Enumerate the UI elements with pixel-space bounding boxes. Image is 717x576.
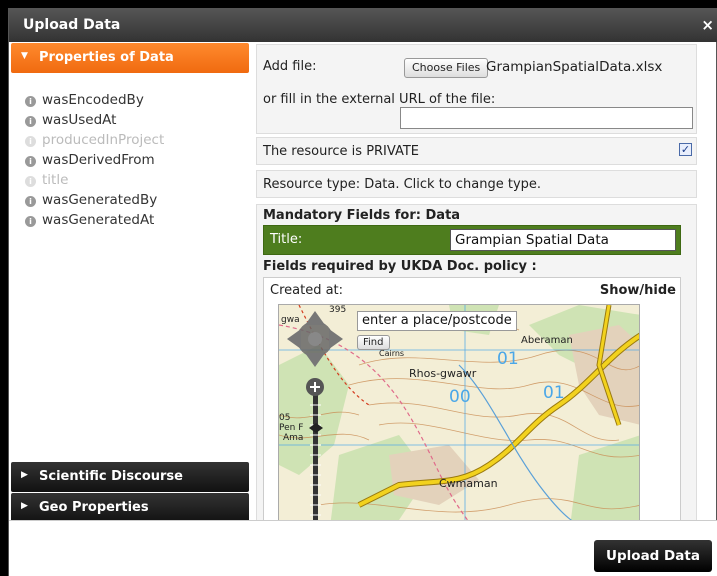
property-list: i wasEncodedBy i wasUsedAt i producedInProj… xyxy=(25,90,164,230)
resource-type-label: Resource type: Data. Click to change typ… xyxy=(263,177,542,192)
map-label: 395 xyxy=(329,305,347,315)
private-checkbox[interactable]: ✓ xyxy=(679,143,692,156)
map-label: Aberaman xyxy=(521,335,573,346)
property-item-title: i title xyxy=(25,170,164,190)
zoom-slider-handle[interactable] xyxy=(309,423,323,433)
scientific-discourse-header[interactable]: ▶ Scientific Discourse xyxy=(11,462,249,492)
info-icon: i xyxy=(25,216,36,227)
selected-file-name: GrampianSpatialData.xlsx xyxy=(486,59,663,75)
property-item-producedinproject: i producedInProject xyxy=(25,130,164,150)
map-widget[interactable]: enter a place/postcode Find 395 gwa Cair… xyxy=(278,304,640,520)
mandatory-fields-header: Mandatory Fields for: Data xyxy=(263,208,461,223)
property-item-wasderivedfrom[interactable]: i wasDerivedFrom xyxy=(25,150,164,170)
zoom-in-icon[interactable] xyxy=(305,377,325,397)
properties-sidebar: ▼ Properties of Data i wasEncodedBy i wasU… xyxy=(11,42,249,523)
resource-type-selector[interactable]: Resource type: Data. Click to change typ… xyxy=(256,170,697,198)
chevron-down-icon: ▼ xyxy=(21,51,28,61)
info-icon: i xyxy=(25,176,36,187)
close-icon[interactable]: × xyxy=(701,16,714,34)
mandatory-fields-section: Mandatory Fields for: Data Title: Grampi… xyxy=(256,204,697,520)
ukda-required-header: Fields required by UKDA Doc. policy : xyxy=(263,259,537,274)
place-search-input[interactable]: enter a place/postcode xyxy=(357,311,517,331)
title-field-label: Title: xyxy=(270,232,303,247)
map-label: Cairns xyxy=(379,349,405,358)
geo-properties-header[interactable]: ▶ Geo Properties xyxy=(11,493,249,523)
choose-files-button[interactable]: Choose Files xyxy=(404,58,489,78)
map-label: Pen F xyxy=(279,423,304,433)
upload-data-button[interactable]: Upload Data xyxy=(594,540,712,572)
info-icon: i xyxy=(25,96,36,107)
dialog-title: Upload Data xyxy=(23,17,121,33)
upload-dialog: Upload Data × ▼ Properties of Data i wasE… xyxy=(8,8,717,576)
private-label: The resource is PRIVATE xyxy=(263,144,419,159)
map-label: Rhos-gwawr xyxy=(409,367,477,380)
file-section: Add file: Choose Files GrampianSpatialDa… xyxy=(256,44,697,134)
property-item-wasgeneratedby[interactable]: i wasGeneratedBy xyxy=(25,190,164,210)
grid-label: 00 xyxy=(449,387,471,407)
info-icon: i xyxy=(25,196,36,207)
map-label: Ama xyxy=(283,433,304,443)
external-url-input[interactable] xyxy=(400,107,693,129)
property-item-wasusedat[interactable]: i wasUsedAt xyxy=(25,110,164,130)
grid-label: 01 xyxy=(497,349,519,369)
chevron-right-icon: ▶ xyxy=(21,470,28,480)
privacy-section: The resource is PRIVATE ✓ xyxy=(256,137,697,165)
property-item-wasgeneratedat[interactable]: i wasGeneratedAt xyxy=(25,210,164,230)
geo-properties-label: Geo Properties xyxy=(39,500,149,515)
dialog-titlebar: Upload Data × xyxy=(9,9,717,42)
properties-of-data-label: Properties of Data xyxy=(39,50,174,65)
info-icon: i xyxy=(25,156,36,167)
info-icon: i xyxy=(25,116,36,127)
find-button[interactable]: Find xyxy=(357,335,390,350)
add-file-label: Add file: xyxy=(263,59,317,74)
show-hide-toggle[interactable]: Show/hide xyxy=(600,283,676,298)
grid-label: 01 xyxy=(543,383,565,403)
title-field-row: Title: Grampian Spatial Data xyxy=(263,225,681,255)
scientific-discourse-label: Scientific Discourse xyxy=(39,469,183,484)
dialog-footer: Upload Data xyxy=(9,520,717,576)
properties-of-data-header[interactable]: ▼ Properties of Data xyxy=(11,43,249,73)
external-url-label: or fill in the external URL of the file: xyxy=(263,92,496,107)
info-icon: i xyxy=(25,136,36,147)
created-at-panel: Created at: Show/hide enter a place/post… xyxy=(263,277,681,520)
property-item-wasencodedby[interactable]: i wasEncodedBy xyxy=(25,90,164,110)
title-input[interactable]: Grampian Spatial Data xyxy=(450,229,676,251)
created-at-label: Created at: xyxy=(270,283,344,298)
map-label: 05 xyxy=(279,413,291,423)
main-content: Add file: Choose Files GrampianSpatialDa… xyxy=(256,42,699,520)
map-label: gwa xyxy=(281,315,300,325)
chevron-right-icon: ▶ xyxy=(21,501,28,511)
map-label: Cwmaman xyxy=(439,477,498,490)
